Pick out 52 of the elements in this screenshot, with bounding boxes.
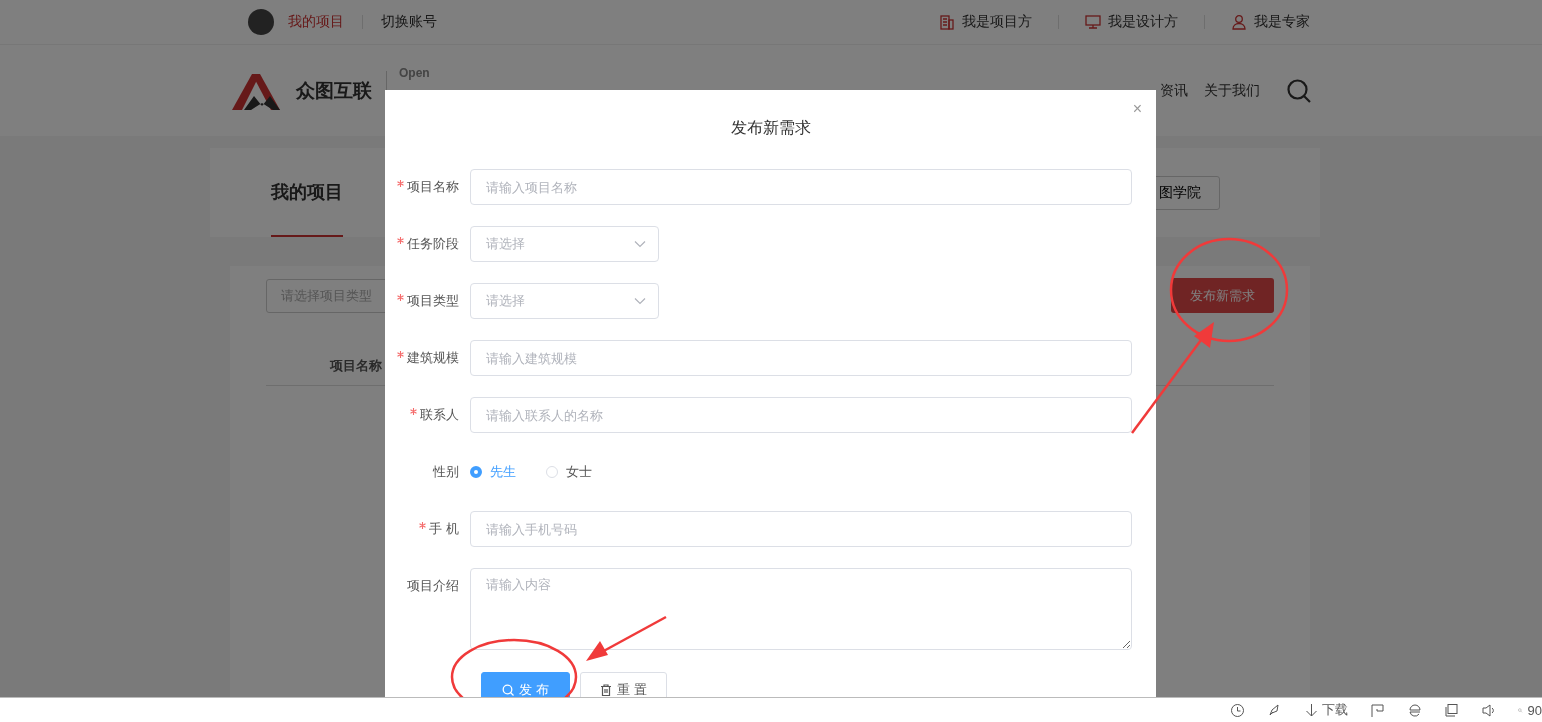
search-icon — [502, 684, 515, 696]
publish-request-button[interactable]: 发布新需求 — [1171, 278, 1274, 313]
field-label: 项目名称 — [385, 169, 470, 205]
field-label: 性别 — [432, 463, 460, 481]
required-icon — [410, 408, 417, 415]
text-field[interactable]: 请输入联系人的名称 — [470, 397, 1132, 433]
field-label: 任务阶段 — [385, 226, 470, 262]
field-label: 手 机 — [385, 511, 470, 547]
role-link[interactable]: 我是设计方 — [1108, 13, 1178, 31]
required-icon — [397, 180, 404, 187]
trash-icon — [600, 684, 613, 696]
account-link[interactable]: 我的项目 — [288, 13, 344, 31]
required-icon — [397, 237, 404, 244]
description-textarea[interactable]: 请输入内容 — [470, 568, 1132, 650]
field-label: 联系人 — [385, 397, 470, 433]
zoom-level: 90 — [1527, 702, 1542, 718]
required-icon — [419, 522, 427, 529]
avatar[interactable] — [248, 9, 274, 35]
publish-button[interactable]: 发 布 — [481, 672, 570, 697]
required-icon — [397, 294, 404, 301]
column-header: 项目名称 — [330, 357, 382, 375]
person-icon — [1231, 14, 1247, 30]
text-field[interactable]: 请输入建筑规模 — [470, 340, 1132, 376]
search-icon[interactable] — [1286, 77, 1312, 104]
radio-option[interactable]: 先生 — [470, 463, 516, 481]
download-icon[interactable] — [1304, 702, 1319, 718]
tagline: Open — [399, 65, 430, 81]
text-field[interactable]: 请输入项目名称 — [470, 169, 1132, 205]
switch-account-link[interactable]: 切换账号 — [381, 13, 437, 31]
dialog-title: 发布新需求 — [729, 118, 812, 138]
window-icon[interactable] — [1444, 702, 1459, 718]
nav-link[interactable]: 资讯 — [1160, 81, 1188, 100]
role-link[interactable]: 我是专家 — [1254, 13, 1310, 31]
field-label: 项目介绍 — [406, 577, 460, 595]
brand-name: 众图互联 — [296, 78, 372, 103]
page-tab[interactable]: 我的项目 — [271, 148, 343, 237]
nav-link[interactable]: 关于我们 — [1204, 81, 1260, 100]
browser-icon[interactable] — [1407, 702, 1422, 718]
close-button[interactable]: × — [1132, 100, 1142, 118]
radio-option[interactable]: 女士 — [546, 463, 592, 481]
monitor-icon — [1085, 14, 1101, 30]
reset-button[interactable]: 重 置 — [580, 672, 667, 697]
building-icon — [939, 14, 955, 30]
chevron-down-icon — [634, 240, 646, 248]
speaker-icon[interactable] — [1481, 702, 1496, 718]
required-icon — [397, 351, 404, 358]
download-label[interactable]: 下载 — [1322, 701, 1348, 719]
role-link[interactable]: 我是项目方 — [962, 13, 1032, 31]
field-label: 建筑规模 — [385, 340, 470, 376]
chevron-down-icon — [634, 297, 646, 305]
clock-icon[interactable] — [1230, 702, 1245, 718]
text-field[interactable]: 请输入手机号码 — [470, 511, 1132, 547]
